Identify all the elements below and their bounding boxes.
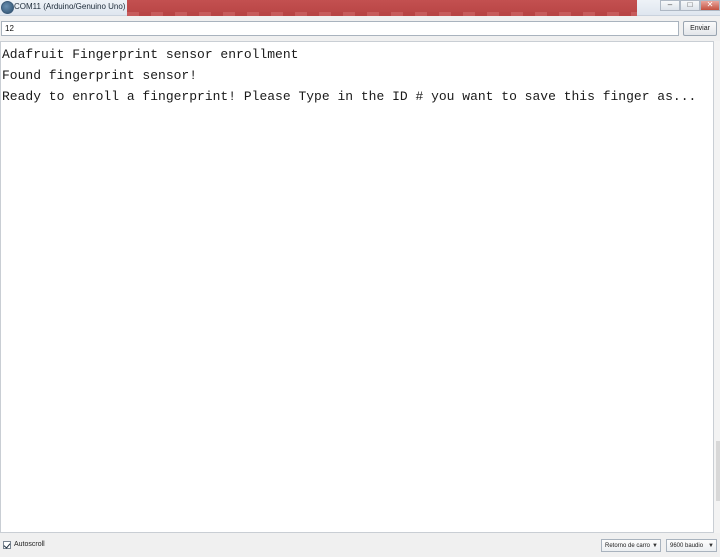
output-line: Adafruit Fingerprint sensor enrollment bbox=[2, 47, 299, 62]
chevron-down-icon: ▼ bbox=[708, 542, 714, 549]
baud-rate-value: 9600 baudio bbox=[670, 542, 704, 549]
output-line: Ready to enroll a fingerprint! Please Ty… bbox=[2, 89, 697, 104]
send-row: Enviar bbox=[0, 17, 720, 41]
baud-rate-select[interactable]: 9600 baudio ▼ bbox=[666, 539, 717, 552]
minimize-button[interactable]: – bbox=[660, 0, 680, 11]
autoscroll-toggle[interactable]: Autoscroll bbox=[3, 540, 45, 550]
window-title: COM11 (Arduino/Genuino Uno) bbox=[14, 2, 126, 11]
serial-monitor-window: COM11 (Arduino/Genuino Uno) – □ ✕ Enviar… bbox=[0, 0, 720, 557]
title-bar: COM11 (Arduino/Genuino Uno) – □ ✕ bbox=[0, 0, 720, 16]
window-controls: – □ ✕ bbox=[660, 0, 720, 12]
chevron-down-icon: ▼ bbox=[652, 542, 658, 549]
send-input[interactable] bbox=[1, 21, 679, 36]
maximize-button[interactable]: □ bbox=[680, 0, 700, 11]
send-button[interactable]: Enviar bbox=[683, 21, 717, 36]
close-button[interactable]: ✕ bbox=[700, 0, 720, 11]
footer-bar: Autoscroll Retorno de carro ▼ 9600 baudi… bbox=[0, 535, 720, 557]
vertical-scrollbar[interactable] bbox=[714, 41, 720, 533]
arduino-icon bbox=[1, 1, 14, 14]
scrollbar-thumb[interactable] bbox=[716, 441, 720, 501]
serial-output[interactable]: Adafruit Fingerprint sensor enrollment F… bbox=[0, 41, 714, 533]
title-bar-overlay bbox=[127, 0, 637, 16]
line-ending-select[interactable]: Retorno de carro ▼ bbox=[601, 539, 661, 552]
output-line: Found fingerprint sensor! bbox=[2, 68, 198, 83]
line-ending-value: Retorno de carro bbox=[605, 542, 651, 549]
autoscroll-label: Autoscroll bbox=[14, 541, 45, 548]
autoscroll-checkbox[interactable] bbox=[3, 541, 11, 549]
